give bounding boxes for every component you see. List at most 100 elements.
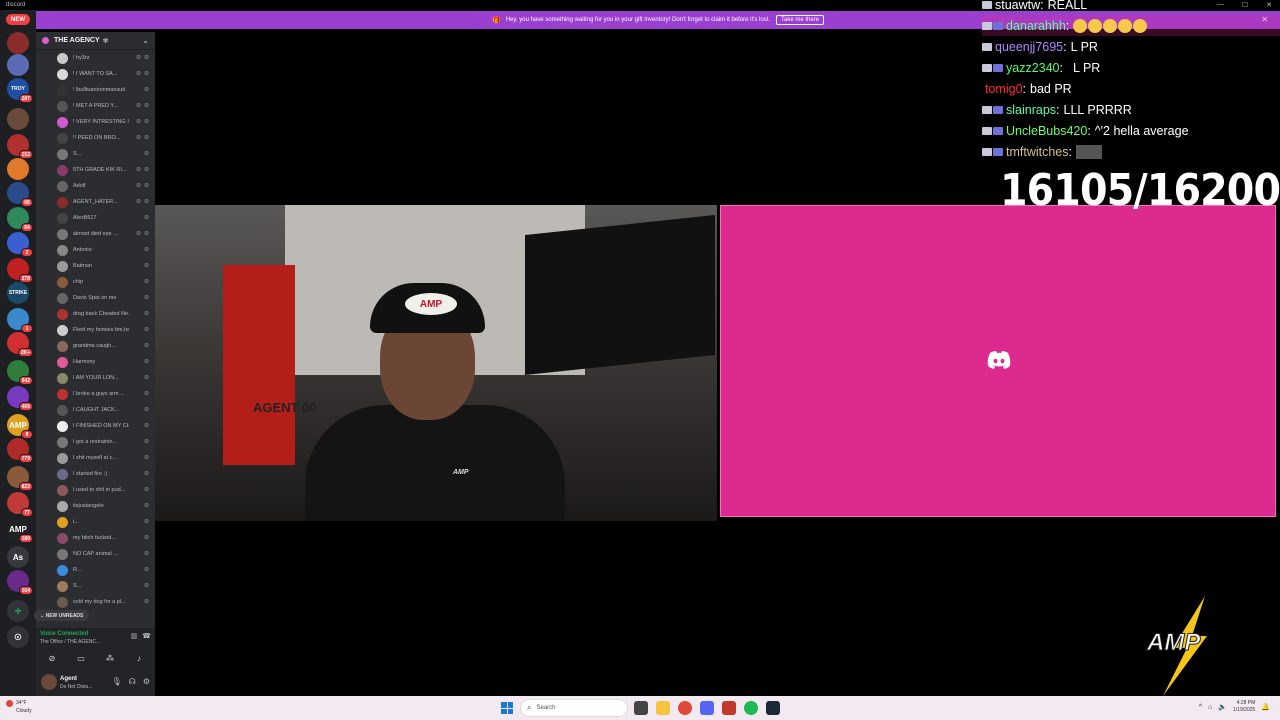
server-header[interactable]: THE AGENCY ✾ ⌄ [36,32,155,50]
voice-channel-item[interactable]: Batman ⊘ [36,258,155,274]
server-icon[interactable]: 164 [7,570,33,595]
voice-channel-item[interactable]: ! lbulltuanironmansuit ⊘ [36,82,155,98]
clock[interactable]: 4:28 PM 1/19/2025 [1233,700,1255,714]
voice-channel-item[interactable]: 5TH GRADE KIK RI... ⊘ ⊘ [36,162,155,178]
server-icon[interactable]: 942 [7,360,33,385]
explore-servers-icon[interactable]: ⊙ [7,626,29,648]
app-taskbar-icon[interactable] [722,701,736,715]
crying-emoji-icon [1088,18,1103,33]
network-icon[interactable]: ⌂ [1208,704,1212,711]
voice-channel-item[interactable]: I AM YOUR LON... ⊘ [36,370,155,386]
gear-icon[interactable]: ⚙ [143,677,150,686]
channel-status-icons: ⊘ [144,326,149,333]
webcam-video-tile[interactable]: AGENT 00 AMP AMP [155,205,717,521]
voice-channel-item[interactable]: i... ⊘ [36,514,155,530]
server-icon[interactable]: As [7,546,29,568]
voice-channel-item[interactable]: Fked my homies bm,he... ⊘ [36,322,155,338]
volume-icon[interactable]: 🔈 [1218,703,1227,711]
voice-channel-item[interactable]: R... ⊘ [36,562,155,578]
server-icon[interactable]: 84 [7,207,33,232]
weather-widget[interactable]: 34°F Cloudy [16,699,32,715]
voice-channel-item[interactable]: ! MET A PRED Y... ⊘ ⊘ [36,98,155,114]
server-icon[interactable]: 2 [7,232,33,257]
chevron-up-icon[interactable]: ^ [1199,704,1202,711]
unread-badge: 2K+ [17,348,33,357]
server-icon[interactable] [7,158,29,180]
server-icon[interactable]: 2K+ [7,332,33,357]
voice-channel-item[interactable]: ! hy3rz ⊘ ⊘ [36,50,155,66]
voice-channel-item[interactable]: I shit myself at c... ⊘ [36,450,155,466]
signal-icon[interactable]: ▥ [131,632,138,640]
voice-channel-item[interactable]: I started fire :) ⊘ [36,466,155,482]
spotify-icon[interactable] [744,701,758,715]
notification-bell-icon[interactable]: 🔔 [1261,703,1270,711]
voice-channel-item[interactable]: my bitch fucked... ⊘ [36,530,155,546]
server-icon[interactable]: 278 [7,258,33,283]
voice-channel-item[interactable]: almost died eye ... ⊘ ⊘ [36,226,155,242]
voice-channel-item[interactable]: Adolf ⊘ ⊘ [36,178,155,194]
server-icon[interactable]: 152 [7,134,33,159]
voice-channel-item[interactable]: I used to shit in pud... ⊘ [36,482,155,498]
avatar[interactable] [41,674,57,690]
channel-avatar [57,292,68,304]
chrome-icon[interactable] [678,701,692,715]
voice-channel-item[interactable]: S... ⊘ [36,146,155,162]
voice-channel-item[interactable]: AlexB617 ⊘ [36,210,155,226]
voice-channel-item[interactable]: Antonio ⊘ [36,242,155,258]
activities-icon[interactable]: ⁂ [101,651,119,665]
screen-share-icon[interactable]: ▭ [72,651,90,665]
server-icon[interactable]: 68 [7,182,33,207]
windows-start-icon[interactable] [501,702,513,714]
voice-channel-item[interactable]: I CAUGHT JACK... ⊘ [36,402,155,418]
server-icon[interactable]: TROY 287 [7,78,33,103]
new-unreads-pill[interactable]: ⌄ NEW UNREADS [34,610,90,621]
microphone-icon[interactable]: 🎙 [112,677,122,686]
discord-taskbar-icon[interactable] [700,701,714,715]
voice-channel-item[interactable]: sold my dog for a pl... ⊘ [36,594,155,610]
server-icon[interactable]: STRIKE [7,282,29,304]
add-server-icon[interactable]: + [7,600,29,622]
camera-off-icon[interactable]: ⊘ [43,651,61,665]
voice-channel-item[interactable]: itsjustangelo ⊘ [36,498,155,514]
server-icon[interactable]: AMP 8 [7,414,33,439]
weather-icon[interactable] [6,700,13,707]
server-icon[interactable]: 466 [7,386,33,411]
voice-channel-item[interactable]: I broke a guys arm ... ⊘ [36,386,155,402]
server-icon[interactable]: 779 [7,438,33,463]
headphones-icon[interactable]: ☊ [129,677,136,686]
voice-channel-item[interactable]: drag back Cheated Ne... ⊘ [36,306,155,322]
take-me-there-button[interactable]: Take me there [776,15,825,25]
voice-channel-item[interactable]: ! VERY INTRESTING ST... ⊘⊘ [36,114,155,130]
voice-channel-item[interactable]: Harmony ⊘ [36,354,155,370]
voice-channel-item[interactable]: S... ⊘ [36,578,155,594]
voice-channel-item[interactable]: Davis Spat on me ⊘ [36,290,155,306]
disconnect-icon[interactable]: ☎ [142,632,151,640]
task-view-icon[interactable] [634,701,648,715]
server-icon[interactable]: AMP 180 [7,518,33,543]
voice-channel-item[interactable]: ! I WANT TO SA... ⊘ ⊘ [36,66,155,82]
voice-channel-item[interactable]: I got a restrainin... ⊘ [36,434,155,450]
voice-channel-name[interactable]: The Office / THE AGENC... [40,639,100,645]
voice-channel-item[interactable]: AGENT_HATER... ⊘ ⊘ [36,194,155,210]
new-servers-pill[interactable]: NEW [6,14,30,25]
steam-icon[interactable] [766,701,780,715]
voice-channel-item[interactable]: grandma caugh... ⊘ [36,338,155,354]
server-icon[interactable] [7,54,29,76]
chat-message: UncleBubs420: ^'2 hella average [982,120,1280,141]
voice-channel-item[interactable]: I FINISHED ON MY CH... ⊘ [36,418,155,434]
taskbar-search[interactable]: ⌕ Search [520,699,628,717]
voice-channel-item[interactable]: NO CAP animal ... ⊘ [36,546,155,562]
muted-mic-icon: ⊘ [143,567,149,573]
server-icon[interactable] [7,108,29,130]
file-explorer-icon[interactable] [656,701,670,715]
server-icon[interactable] [7,32,29,54]
server-icon[interactable]: 77 [7,492,33,517]
muted-mic-icon: ⊘ [135,71,141,77]
voice-channel-item[interactable]: !! PEED ON BRO... ⊘ ⊘ [36,130,155,146]
server-icon[interactable]: 1 [7,308,33,333]
server-icon[interactable]: 822 [7,466,33,491]
discord-user-tile[interactable] [720,205,1276,517]
chevron-down-icon[interactable]: ⌄ [142,36,149,45]
soundboard-icon[interactable]: ♪ [130,651,148,665]
voice-channel-item[interactable]: chip ⊘ [36,274,155,290]
